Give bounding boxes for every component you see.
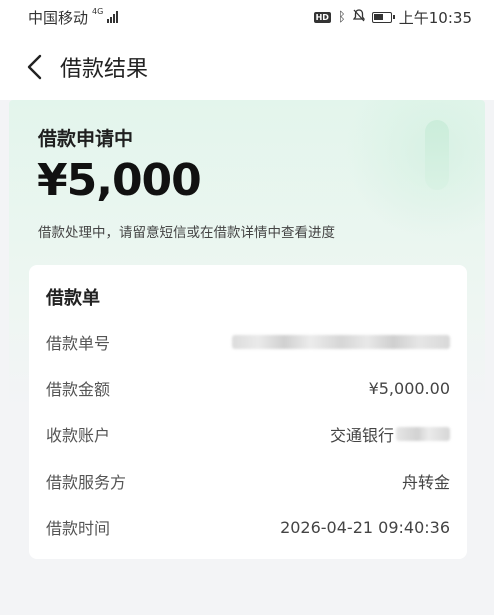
bluetooth-icon: ᛒ [337,9,346,25]
row-label: 借款服务方 [46,473,127,492]
row-label: 收款账户 [46,426,111,445]
row-loan-time: 借款时间 2026-04-21 09:40:36 [46,513,450,541]
status-title: 借款申请中 [38,128,134,150]
status-note: 借款处理中，请留意短信或在借款详情中查看进度 [38,225,335,241]
row-loan-amount: 借款金额 ¥5,000.00 [46,374,450,402]
status-bar-right: HD ᛒ 上午10:35 [313,7,472,28]
row-value: 2026-04-21 09:40:36 [280,517,450,537]
carrier-name: 中国移动 [28,8,89,27]
loan-number-redacted [232,335,450,349]
status-bar-left: 中国移动 4G [28,6,119,28]
decorative-shape [425,120,449,190]
card-title: 借款单 [46,288,100,309]
row-label: 借款时间 [46,519,111,538]
hd-icon: HD [313,11,331,23]
row-loan-number: 借款单号 [46,328,450,356]
back-button[interactable] [10,34,60,100]
battery-icon [371,11,395,23]
redacted-block [232,335,450,349]
chevron-left-icon [27,54,42,80]
status-bar: 中国移动 4G HD ᛒ 上午10:35 [0,0,494,34]
row-service-provider: 借款服务方 舟转金 [46,467,450,495]
signal-icon [107,11,119,23]
nav-bar: 借款结果 [0,34,494,100]
row-value-account: 交通银行 [330,422,450,446]
bank-name: 交通银行 [329,426,394,445]
row-label: 借款金额 [46,380,111,399]
network-type: 4G [92,6,104,16]
row-value: ¥5,000.00 [368,378,450,398]
row-receive-account: 收款账户 交通银行 [46,420,450,448]
row-label: 借款单号 [46,334,111,353]
status-time: 上午10:35 [398,8,472,27]
redacted-block [396,427,450,441]
loan-amount: ¥5,000 [37,155,202,206]
row-value: 舟转金 [401,473,450,492]
loan-detail-card: 借款单 借款单号 借款金额 ¥5,000.00 收款账户 交通银行 借款服务方 … [29,265,467,559]
mute-icon [352,8,366,26]
result-panel: 借款申请中 ¥5,000 借款处理中，请留意短信或在借款详情中查看进度 借款单 … [9,100,485,615]
decorative-glow [345,100,485,240]
page-title: 借款结果 [60,57,149,82]
